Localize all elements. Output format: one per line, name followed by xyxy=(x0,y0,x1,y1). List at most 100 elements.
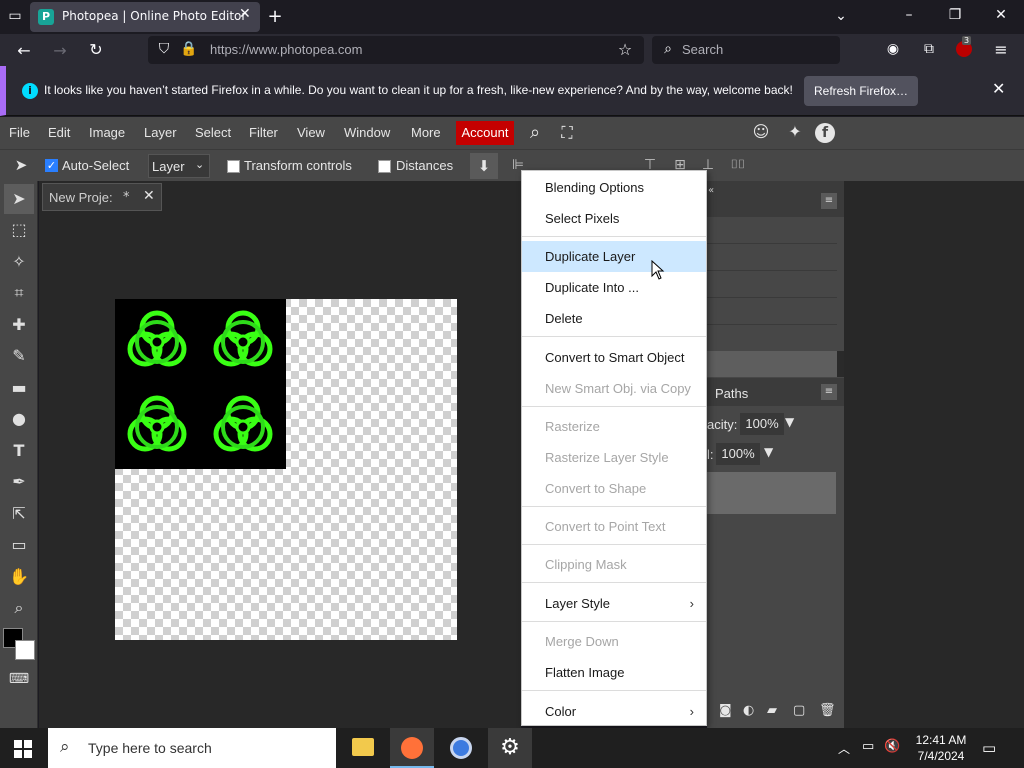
facebook-icon[interactable]: f xyxy=(815,123,835,143)
tab-close-icon[interactable]: ✕ xyxy=(239,6,251,22)
account-button[interactable]: Account xyxy=(456,121,514,145)
crop-tool-icon[interactable]: ⌗ xyxy=(4,278,34,308)
biohazard-image-layer[interactable] xyxy=(115,299,286,469)
browser-search-field[interactable]: ⌕ Search xyxy=(652,36,840,64)
forward-arrow-icon[interactable]: → xyxy=(50,41,70,60)
new-layer-icon[interactable]: ▢ xyxy=(793,703,805,718)
magic-wand-tool-icon[interactable]: ✧ xyxy=(4,247,34,277)
taskbar-search-box[interactable]: ⌕ Type here to search xyxy=(48,728,336,768)
menu-item-convert-to-smart-object[interactable]: Convert to Smart Object xyxy=(522,342,706,373)
menu-view[interactable]: View xyxy=(297,125,325,140)
menu-layer[interactable]: Layer xyxy=(144,125,177,140)
hamburger-menu-icon[interactable]: ≡ xyxy=(992,40,1010,59)
auto-select-checkbox[interactable]: ✓ xyxy=(45,159,58,172)
volume-muted-icon[interactable]: 🔇 xyxy=(884,739,900,754)
history-row[interactable] xyxy=(707,217,837,244)
move-tool-preset-icon[interactable]: ➤ xyxy=(10,156,32,174)
notifications-icon[interactable]: ▭ xyxy=(982,739,996,757)
gradient-tool-icon[interactable]: ▬ xyxy=(4,373,34,403)
opacity-dropdown-icon[interactable]: ▼ xyxy=(785,415,794,429)
hand-tool-icon[interactable]: ✋ xyxy=(4,562,34,592)
fill-input[interactable]: 100% xyxy=(716,443,760,465)
menu-item-duplicate-into[interactable]: Duplicate Into ... xyxy=(522,272,706,303)
show-hidden-icons-chevron-icon[interactable]: ︿ xyxy=(838,740,850,757)
extensions-puzzle-icon[interactable]: ⧉ xyxy=(920,41,938,57)
menu-image[interactable]: Image xyxy=(89,125,125,140)
healing-brush-tool-icon[interactable]: ✚ xyxy=(4,310,34,340)
move-tool-icon[interactable]: ➤ xyxy=(4,184,34,214)
menu-more[interactable]: More xyxy=(411,125,441,140)
panel-menu-icon[interactable]: ≡ xyxy=(821,193,837,209)
rectangle-tool-icon[interactable]: ▭ xyxy=(4,530,34,560)
history-row-selected[interactable] xyxy=(707,351,837,377)
reload-icon[interactable]: ↻ xyxy=(86,40,106,59)
download-arrow-icon[interactable]: ⬇ xyxy=(470,153,498,179)
refresh-firefox-button[interactable]: Refresh Firefox… xyxy=(804,76,918,106)
menu-item-color[interactable]: Color › xyxy=(522,696,706,727)
history-row[interactable] xyxy=(707,244,837,271)
collapse-arrows-icon[interactable]: « xyxy=(708,185,718,196)
file-explorer-icon[interactable] xyxy=(352,738,374,756)
document-close-icon[interactable]: ✕ xyxy=(143,188,155,204)
adjustment-layer-icon[interactable]: ◐ xyxy=(743,703,754,718)
search-icon[interactable]: ⌕ xyxy=(524,122,546,143)
bookmark-star-icon[interactable]: ☆ xyxy=(616,40,634,59)
menu-item-blending-options[interactable]: Blending Options xyxy=(522,172,706,203)
tab-paths[interactable]: Paths xyxy=(715,386,748,401)
taskbar-clock[interactable]: 12:41 AM 7/4/2024 xyxy=(906,732,976,764)
history-row[interactable] xyxy=(707,271,837,298)
keyboard-icon[interactable]: ⌨ xyxy=(4,664,34,694)
taskbar-firefox-active[interactable] xyxy=(390,728,434,768)
chrome-icon[interactable] xyxy=(450,737,472,759)
new-group-folder-icon[interactable]: ▰ xyxy=(767,703,777,718)
type-tool-icon[interactable]: T xyxy=(4,436,34,466)
network-icon[interactable]: ▭ xyxy=(862,739,874,754)
add-mask-icon[interactable]: ◙ xyxy=(719,703,732,718)
marquee-tool-icon[interactable]: ⬚ xyxy=(4,215,34,245)
path-select-tool-icon[interactable]: ⇱ xyxy=(4,499,34,529)
menu-file[interactable]: File xyxy=(9,125,30,140)
distances-checkbox[interactable] xyxy=(378,160,391,173)
address-bar[interactable]: ⛉ 🔒 https://www.photopea.com ☆ xyxy=(148,36,644,64)
pen-tool-icon[interactable]: ✒ xyxy=(4,467,34,497)
layers-panel-menu-icon[interactable]: ≡ xyxy=(821,384,837,400)
transform-controls-checkbox[interactable] xyxy=(227,160,240,173)
ublock-shield-icon[interactable]: 3 xyxy=(956,36,972,57)
menu-window[interactable]: Window xyxy=(344,125,390,140)
windows-start-icon[interactable] xyxy=(14,740,32,758)
opacity-input[interactable]: 100% xyxy=(740,413,784,435)
menu-item-flatten-image[interactable]: Flatten Image xyxy=(522,657,706,688)
delete-layer-trash-icon[interactable]: 🗑 xyxy=(819,703,836,718)
browser-tab-photopea[interactable]: P Photopea | Online Photo Editor ✕ xyxy=(30,2,260,32)
layer-row-selected[interactable] xyxy=(707,472,836,514)
close-window-icon[interactable]: ✕ xyxy=(992,7,1010,23)
lock-icon[interactable]: 🔒 xyxy=(180,41,197,57)
menu-item-delete[interactable]: Delete xyxy=(522,303,706,334)
list-all-tabs-chevron-icon[interactable]: ⌄ xyxy=(832,8,850,24)
restore-window-icon[interactable]: ❐ xyxy=(946,7,964,23)
menu-item-select-pixels[interactable]: Select Pixels xyxy=(522,203,706,234)
menu-filter[interactable]: Filter xyxy=(249,125,278,140)
menu-item-layer-style[interactable]: Layer Style › xyxy=(522,588,706,619)
brush-tool-icon[interactable]: ✎ xyxy=(4,341,34,371)
twitter-icon[interactable]: ✦ xyxy=(784,122,806,141)
new-tab-icon[interactable]: + xyxy=(266,6,284,27)
reddit-icon[interactable]: ☺ xyxy=(750,122,772,141)
back-arrow-icon[interactable]: ← xyxy=(14,41,34,60)
document-tab[interactable]: New Proje: * ✕ xyxy=(42,183,162,211)
auto-select-target-dropdown[interactable]: Layer ⌄ xyxy=(148,154,210,178)
tab-overview-icon[interactable]: ▭ xyxy=(6,8,24,24)
shield-icon[interactable]: ⛉ xyxy=(156,41,172,57)
history-row[interactable] xyxy=(707,298,837,325)
menu-edit[interactable]: Edit xyxy=(48,125,70,140)
notification-close-icon[interactable]: ✕ xyxy=(992,79,1005,98)
distribute-spacing-icon[interactable]: ⌷⌷ xyxy=(726,157,750,172)
blur-tool-icon[interactable]: ● xyxy=(4,404,34,434)
zoom-tool-icon[interactable]: ⌕ xyxy=(4,593,34,623)
fill-dropdown-icon[interactable]: ▼ xyxy=(764,445,773,459)
minimize-window-icon[interactable]: – xyxy=(900,7,918,23)
fullscreen-icon[interactable]: ⛶ xyxy=(556,123,578,143)
menu-select[interactable]: Select xyxy=(195,125,231,140)
background-color-swatch[interactable] xyxy=(15,640,35,660)
menu-item-duplicate-layer[interactable]: Duplicate Layer xyxy=(522,241,706,272)
